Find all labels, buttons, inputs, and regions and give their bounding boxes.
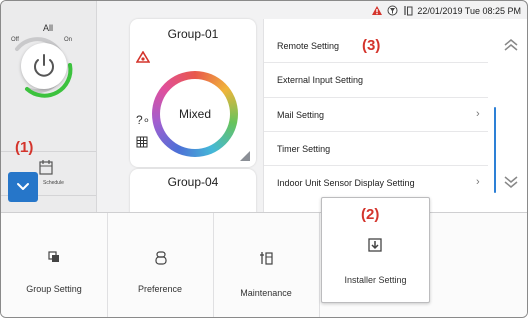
- chevron-right-icon: ›: [476, 108, 480, 120]
- callout-2: (2): [361, 206, 380, 223]
- alarm-warning-icon: [372, 6, 383, 15]
- settings-menu: Remote Setting External Input Setting Ma…: [263, 19, 527, 213]
- group-setting-icon: [48, 251, 59, 262]
- callout-1: (1): [15, 139, 34, 156]
- divider: [264, 165, 488, 166]
- expand-menu-button[interactable]: [8, 172, 38, 202]
- power-icon: [34, 54, 54, 77]
- tab-label: Maintenance: [240, 288, 292, 298]
- tab-label: Preference: [137, 284, 183, 294]
- tab-group-setting[interactable]: Group Setting: [1, 213, 108, 317]
- callout-3: (3): [362, 37, 381, 54]
- menu-item-external-input-setting[interactable]: External Input Setting: [277, 75, 363, 85]
- bottom-tab-bar: Group Setting Preference Maintenance: [1, 212, 527, 317]
- tab-preference[interactable]: Preference: [107, 213, 214, 317]
- unknown-sensor-icon: ?∘: [136, 113, 151, 127]
- group-card[interactable]: Group-01 Mixed ?∘: [130, 19, 256, 167]
- operation-mode: Mixed: [178, 107, 211, 121]
- tab-label: Group Setting: [26, 284, 82, 294]
- schedule-icon: [39, 160, 53, 175]
- all-power-button[interactable]: [21, 43, 67, 89]
- chevron-down-icon: [17, 183, 29, 190]
- error-warning-icon: [136, 51, 150, 63]
- divider: [264, 131, 488, 132]
- group-name: Group-04: [167, 175, 219, 189]
- schedule-grid-icon: [136, 136, 148, 148]
- divider: [264, 62, 488, 63]
- filter-icon: [387, 5, 398, 16]
- maintenance-tools-icon: [260, 252, 273, 265]
- chevron-right-icon: ›: [476, 176, 480, 188]
- menu-item-remote-setting[interactable]: Remote Setting: [277, 41, 339, 51]
- date-time: 22/01/2019 Tue 08:25 PM: [417, 5, 521, 16]
- double-chevron-up-icon[interactable]: [502, 37, 520, 53]
- tab-label: Installer Setting: [344, 275, 407, 285]
- menu-item-mail-setting[interactable]: Mail Setting: [277, 110, 324, 120]
- scrollbar[interactable]: [494, 107, 496, 193]
- tab-maintenance[interactable]: Maintenance: [213, 213, 320, 317]
- status-bar: 22/01/2019 Tue 08:25 PM: [371, 5, 521, 16]
- double-chevron-down-icon[interactable]: [502, 174, 520, 190]
- menu-item-indoor-unit-sensor-display-setting[interactable]: Indoor Unit Sensor Display Setting: [277, 178, 415, 188]
- group-name: Group-01: [167, 27, 219, 41]
- menu-item-timer-setting[interactable]: Timer Setting: [277, 144, 330, 154]
- mode-ring: Mixed: [152, 71, 238, 157]
- maintenance-icon: [404, 6, 413, 16]
- app-window: All Off On Schedule Group-01 Mixed ?∘ Gr…: [0, 0, 528, 318]
- card-corner-indicator: [240, 151, 250, 161]
- all-control-panel: All Off On Schedule: [1, 1, 97, 213]
- download-box-icon: [368, 238, 382, 252]
- schedule-label: Schedule: [43, 180, 64, 186]
- preference-icon: [155, 251, 167, 265]
- divider: [264, 97, 488, 98]
